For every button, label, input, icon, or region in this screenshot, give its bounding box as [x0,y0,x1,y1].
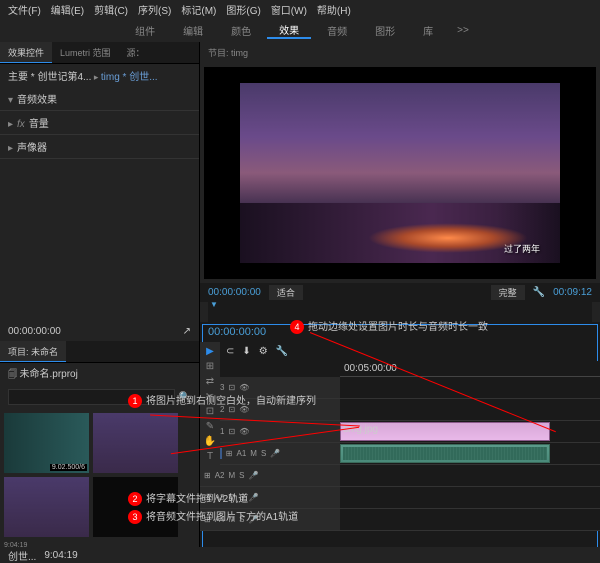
menubar: 文件(F) 编辑(E) 剪辑(C) 序列(S) 标记(M) 图形(G) 窗口(W… [0,0,600,18]
track-a2: ⊞A2MS🎤 [200,465,600,487]
project-filename: 🗐 未命名.prproj [0,363,199,385]
marker-icon[interactable]: ⬇ [242,346,250,357]
timeline-toolbar: ⁂ ⊂ ⬇ ⚙ 🔧 [200,342,600,361]
type-tool-icon[interactable]: T [207,451,213,462]
bin-image-2[interactable]: 9:04:19 [4,477,89,537]
tab-assembly[interactable]: 组件 [123,23,167,38]
wrench-icon[interactable]: 🔧 [276,346,288,357]
fit-dropdown[interactable]: 适合 [269,285,303,300]
volume-effect[interactable]: ▸fx音量 [0,111,199,135]
tabs-overflow[interactable]: >> [449,25,477,36]
ripple-tool-icon[interactable]: ⇄ [206,376,214,387]
menu-edit[interactable]: 编辑(E) [47,2,88,17]
audio-clip[interactable] [340,444,550,463]
timeline-timecode[interactable]: 00:00:00:00 [208,326,266,338]
breadcrumb-link[interactable]: timg * 创世... [101,72,158,83]
tab-source[interactable]: 源： [119,42,153,63]
menu-sequence[interactable]: 序列(S) [134,2,175,17]
tab-editing[interactable]: 编辑 [171,23,215,38]
program-timecode-right: 00:09:12 [553,287,592,298]
quality-dropdown[interactable]: 完整 [491,285,525,300]
timeline-panel: 00:00:00:00 ⁂ ⊂ ⬇ ⚙ 🔧 00:05:00:00 ⊞V3⊡👁 … [200,322,600,562]
hand-tool-icon[interactable]: ✋ [204,436,216,447]
tab-library[interactable]: 库 [411,23,445,38]
tab-project[interactable]: 项目: 未命名 [0,341,66,362]
annotation-4: 4拖动边缘处设置图片时长与音频时长一致 [290,318,488,334]
menu-window[interactable]: 窗口(W) [267,2,311,17]
audio-fx-section[interactable]: ▾音频效果 [0,87,199,111]
status-text: 创世... [8,548,36,563]
workspace-tabs: 组件 编辑 颜色 效果 音频 图形 库 >> [0,18,600,42]
menu-file[interactable]: 文件(F) [4,2,45,17]
menu-graphics[interactable]: 图形(G) [222,2,264,17]
tab-audio[interactable]: 音频 [315,23,359,38]
video-clip[interactable]: timg.jpg [340,422,550,441]
video-frame: 过了两年 [240,83,560,263]
status-duration: 9:04:19 [44,550,77,561]
program-timecode-left[interactable]: 00:00:00:00 [208,287,261,298]
tab-graphics[interactable]: 图形 [363,23,407,38]
annotation-1: 1将图片拖到右侧空白处，自动新建序列 [128,392,316,408]
export-icon[interactable]: ↗ [183,326,191,337]
effect-controls-panel: 效果控件 Lumetri 范围 源： 主要 * 创世记第4... ▸ timg … [0,42,200,322]
track-a3: ⊞A3MS🎤 [200,487,600,509]
tab-color[interactable]: 颜色 [219,23,263,38]
track-select-icon[interactable]: ⊞ [206,361,214,372]
status-bar: 创世... 9:04:19 [0,547,600,563]
program-viewer[interactable]: 过了两年 [204,67,596,279]
panner-effect[interactable]: ▸声像器 [0,135,199,159]
selection-tool-icon[interactable]: ▶ [206,346,214,357]
bin-audio[interactable]: 9.02.500/6 [4,413,89,473]
menu-clip[interactable]: 剪辑(C) [90,2,132,17]
project-panel: 00:00:00:00 ↗ 项目: 未命名 🗐 未命名.prproj 🔍 9.0… [0,322,200,562]
tab-effect-controls[interactable]: 效果控件 [0,42,52,63]
settings-icon[interactable]: ⚙ [259,346,268,357]
track-a1: A1⊞A1MS🎤 [200,443,600,465]
bin-image-1[interactable] [93,413,178,473]
timeline-ruler[interactable]: 00:05:00:00 [340,361,600,377]
wrench-icon[interactable]: 🔧 [533,287,545,298]
subtitle-text: 过了两年 [504,242,540,255]
tab-lumetri[interactable]: Lumetri 范围 [52,42,119,63]
pen-tool-icon[interactable]: ✎ [206,421,214,432]
project-timecode: 00:00:00:00 [8,326,61,337]
annotation-3: 3将音频文件拖到图片下方的A1轨道 [128,508,298,524]
bin-empty[interactable] [93,477,178,537]
tab-effects[interactable]: 效果 [267,22,311,39]
program-header: 节目: timg [200,42,600,63]
menu-marker[interactable]: 标记(M) [177,2,220,17]
menu-help[interactable]: 帮助(H) [313,2,355,17]
link-icon[interactable]: ⊂ [226,346,234,357]
annotation-2: 2将字幕文件拖到V2轨道 [128,490,248,506]
breadcrumb: 主要 * 创世记第4... ▸ timg * 创世... [0,64,199,87]
program-monitor: 节目: timg 过了两年 00:00:00:00 适合 完整 🔧 00:09:… [200,42,600,322]
